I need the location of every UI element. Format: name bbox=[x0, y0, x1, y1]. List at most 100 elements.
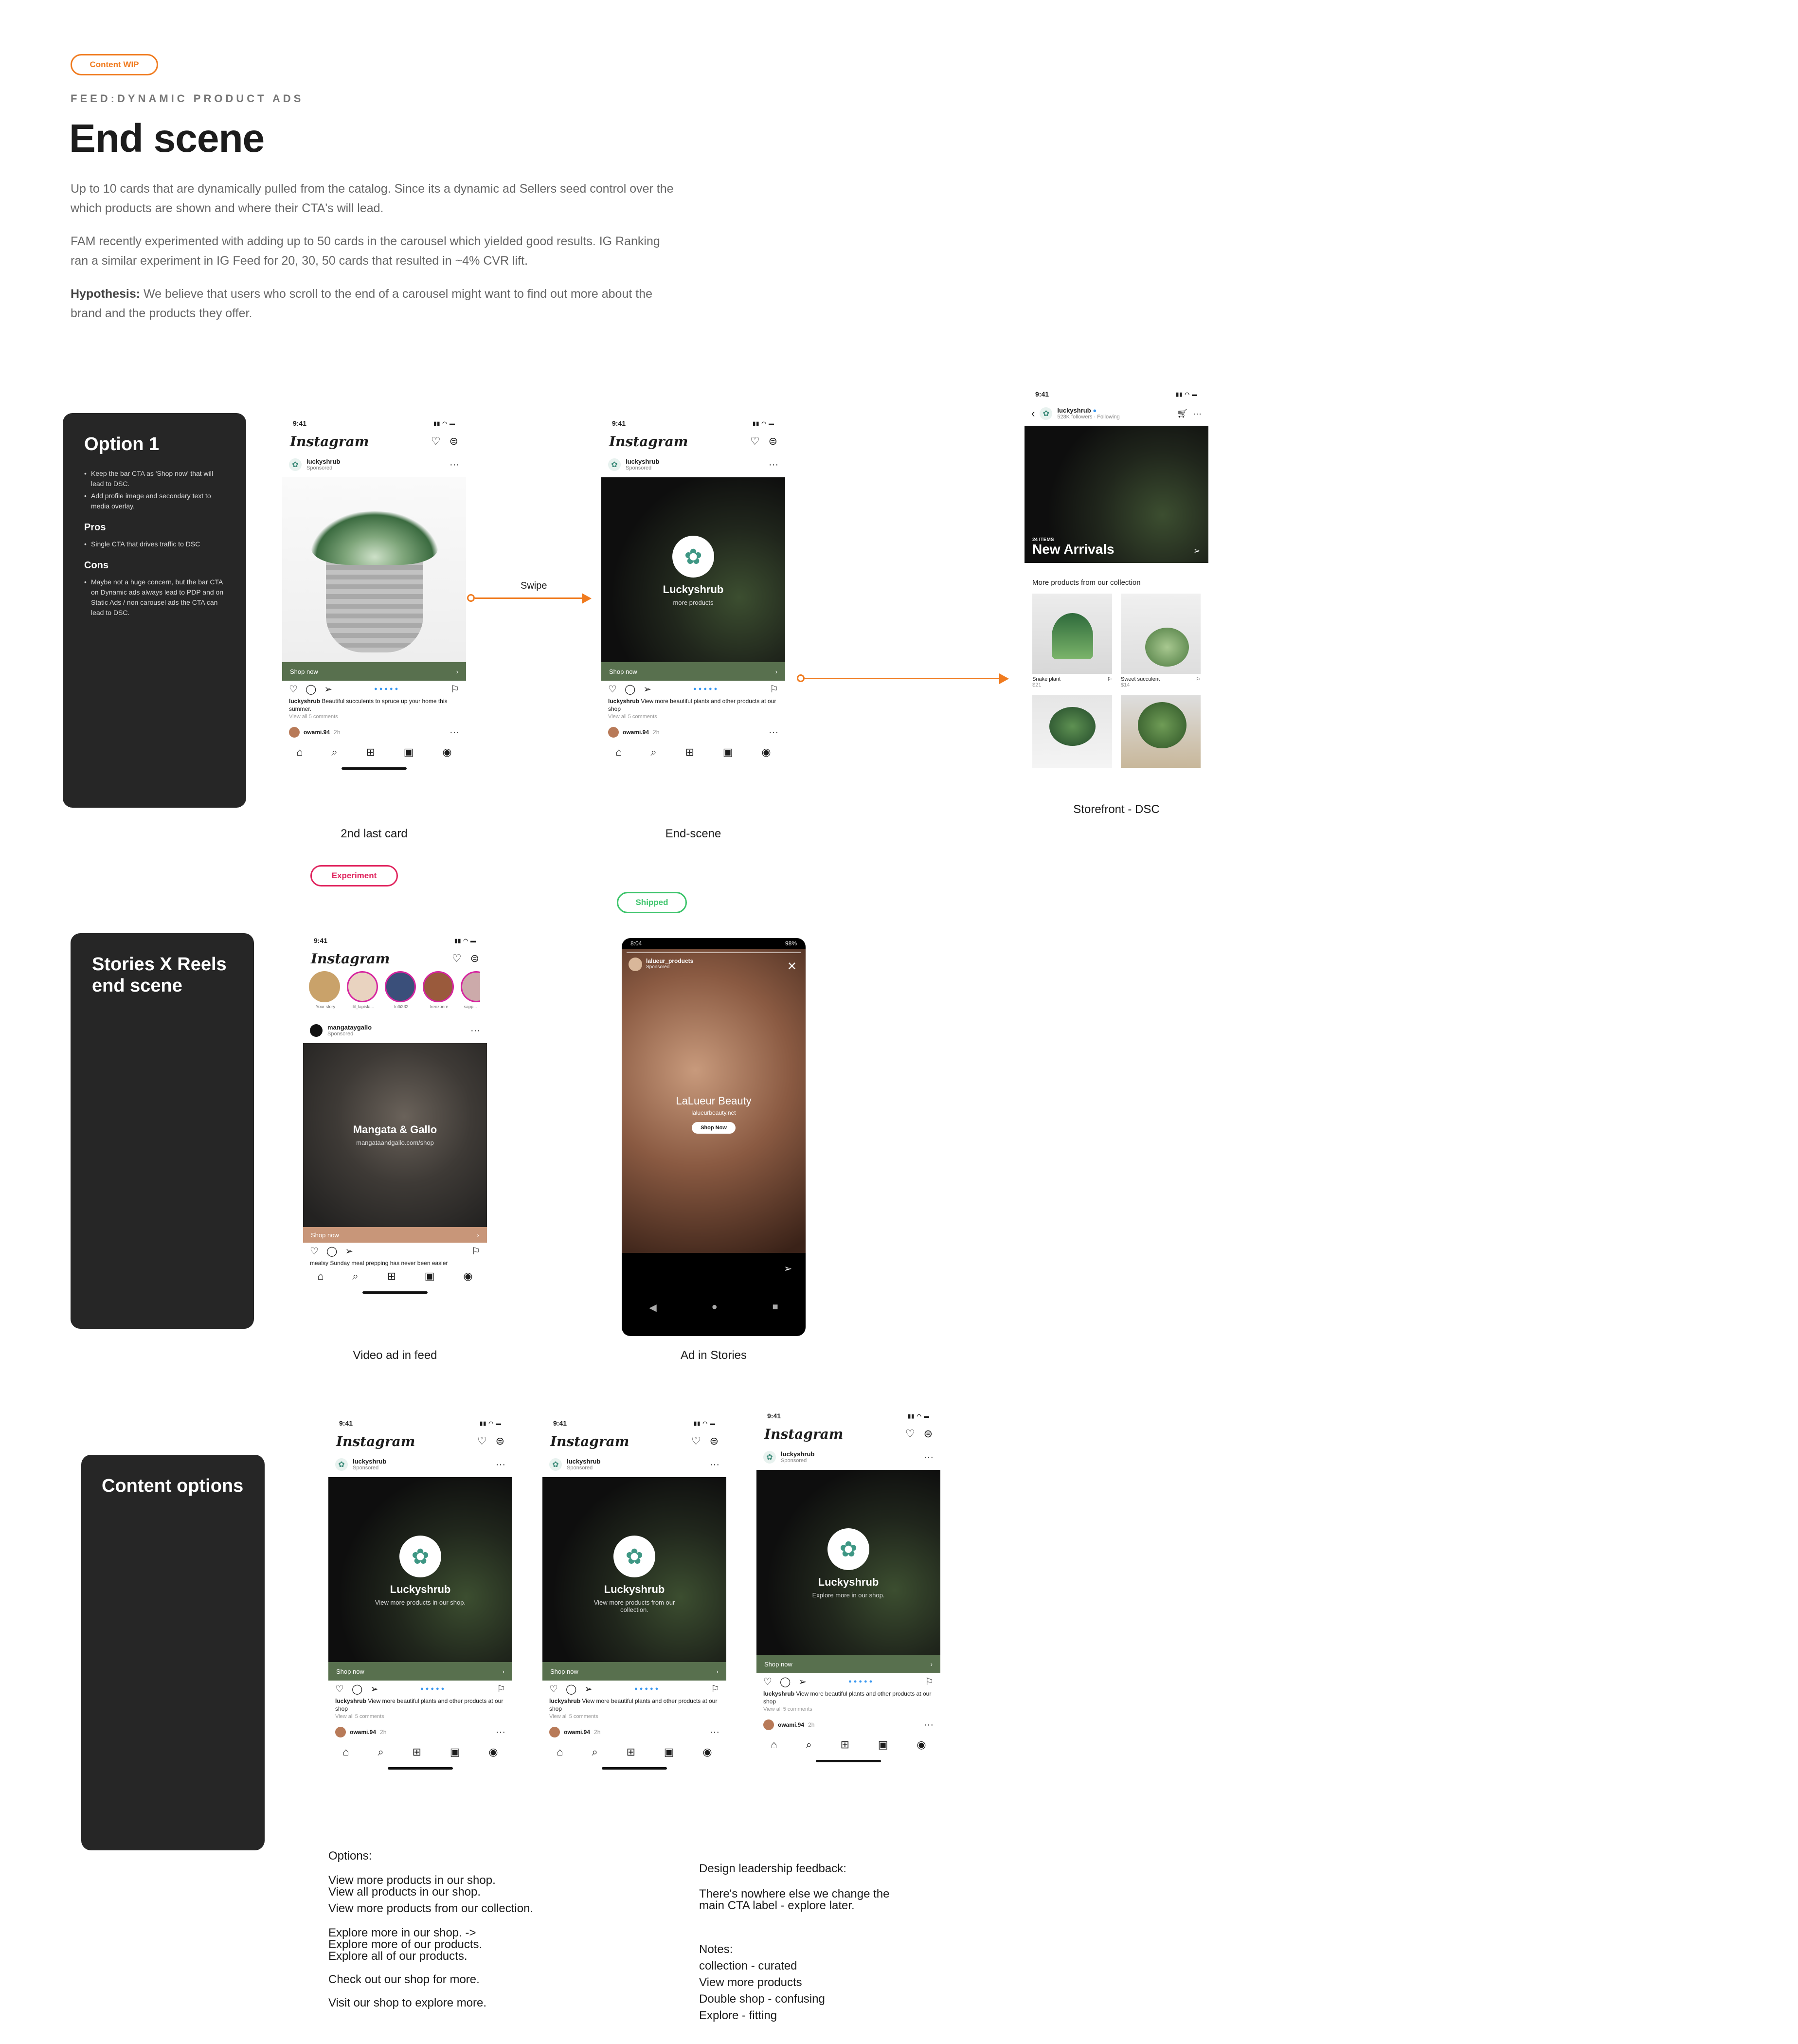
account-name[interactable]: luckyshrub bbox=[567, 1458, 600, 1465]
reels-icon[interactable]: ▣ bbox=[664, 1746, 674, 1758]
like-icon[interactable]: ♡ bbox=[763, 1676, 772, 1688]
home-nav-icon[interactable]: ● bbox=[712, 1302, 718, 1314]
avatar[interactable] bbox=[549, 1727, 560, 1737]
product-card[interactable] bbox=[1121, 695, 1201, 768]
like-icon[interactable]: ♡ bbox=[608, 683, 617, 695]
search-icon[interactable]: ⌕ bbox=[352, 1270, 358, 1283]
shop-now-cta[interactable]: Shop now › bbox=[282, 662, 466, 681]
back-nav-icon[interactable]: ◀ bbox=[649, 1302, 656, 1314]
end-scene-media[interactable]: ✿ Luckyshrub View more products from our c… bbox=[542, 1477, 726, 1662]
view-comments-link[interactable]: View all 5 comments bbox=[756, 1706, 940, 1712]
caption-user[interactable]: luckyshrub bbox=[335, 1698, 366, 1704]
caption-user[interactable]: luckyshrub bbox=[763, 1690, 794, 1697]
avatar[interactable] bbox=[629, 958, 642, 971]
create-icon[interactable]: ⊞ bbox=[627, 1746, 635, 1758]
shop-now-cta[interactable]: Shop now › bbox=[328, 1662, 512, 1681]
avatar[interactable]: ✿ bbox=[763, 1451, 776, 1464]
more-options-icon[interactable]: ··· bbox=[496, 1727, 505, 1738]
commenter-name[interactable]: owami.94 bbox=[564, 1729, 590, 1736]
messenger-icon[interactable]: ⊜ bbox=[924, 1428, 933, 1440]
product-card[interactable]: Sweet succulent $14 ⚐ bbox=[1121, 594, 1201, 688]
comment-icon[interactable]: ◯ bbox=[352, 1683, 362, 1695]
heart-icon[interactable]: ♡ bbox=[477, 1435, 487, 1447]
comment-icon[interactable]: ◯ bbox=[780, 1676, 791, 1688]
account-name[interactable]: luckyshrub bbox=[353, 1458, 386, 1465]
avatar[interactable]: ✿ bbox=[289, 458, 302, 471]
shop-now-cta[interactable]: Shop now › bbox=[303, 1227, 487, 1243]
avatar[interactable] bbox=[289, 727, 300, 738]
product-image[interactable] bbox=[282, 477, 466, 662]
create-icon[interactable]: ⊞ bbox=[841, 1738, 849, 1751]
share-icon[interactable]: ➢ bbox=[324, 683, 332, 695]
story-item[interactable]: Your story bbox=[309, 971, 342, 1016]
reels-icon[interactable]: ▣ bbox=[450, 1746, 460, 1758]
bookmark-icon[interactable]: ⚐ bbox=[770, 683, 778, 695]
avatar[interactable]: ✿ bbox=[549, 1458, 562, 1471]
shop-account-name[interactable]: luckyshrub ● bbox=[1057, 407, 1119, 414]
more-options-icon[interactable]: ··· bbox=[470, 1025, 480, 1036]
profile-icon[interactable]: ◉ bbox=[463, 1270, 472, 1283]
bookmark-icon[interactable]: ⚐ bbox=[1196, 676, 1201, 688]
caption-user[interactable]: luckyshrub bbox=[289, 698, 320, 705]
more-options-icon[interactable]: ··· bbox=[924, 1452, 934, 1463]
search-icon[interactable]: ⌕ bbox=[331, 746, 337, 759]
story-item[interactable]: sapp... bbox=[461, 971, 480, 1016]
more-options-icon[interactable]: ··· bbox=[769, 459, 778, 470]
search-icon[interactable]: ⌕ bbox=[650, 746, 656, 759]
comment-icon[interactable]: ◯ bbox=[566, 1683, 576, 1695]
view-comments-link[interactable]: View all 5 comments bbox=[542, 1714, 726, 1719]
end-scene-media[interactable]: ✿ Luckyshrub more products bbox=[601, 477, 785, 662]
more-options-icon[interactable]: ··· bbox=[1193, 409, 1202, 419]
story-item[interactable]: kenzoere bbox=[423, 971, 456, 1016]
view-comments-link[interactable]: View all 5 comments bbox=[601, 714, 785, 720]
share-icon[interactable]: ➢ bbox=[643, 683, 651, 695]
like-icon[interactable]: ♡ bbox=[289, 683, 298, 695]
close-icon[interactable]: ✕ bbox=[787, 959, 797, 974]
share-icon[interactable]: ➢ bbox=[798, 1676, 807, 1688]
more-options-icon[interactable]: ··· bbox=[496, 1459, 505, 1470]
view-comments-link[interactable]: View all 5 comments bbox=[282, 714, 466, 720]
home-icon[interactable]: ⌂ bbox=[317, 1270, 324, 1283]
avatar[interactable] bbox=[763, 1719, 774, 1730]
create-icon[interactable]: ⊞ bbox=[413, 1746, 421, 1758]
product-card[interactable]: Snake plant $21 ⚐ bbox=[1032, 594, 1112, 688]
profile-icon[interactable]: ◉ bbox=[702, 1746, 712, 1758]
avatar[interactable]: ✿ bbox=[608, 458, 621, 471]
home-icon[interactable]: ⌂ bbox=[342, 1746, 349, 1758]
avatar[interactable] bbox=[608, 727, 619, 738]
end-scene-media[interactable]: ✿ Luckyshrub View more products in our sho… bbox=[328, 1477, 512, 1662]
caption-user[interactable]: luckyshrub bbox=[608, 698, 639, 705]
home-icon[interactable]: ⌂ bbox=[615, 746, 622, 759]
video-media[interactable]: Mangata & Gallo mangataandgallo.com/shop bbox=[303, 1043, 487, 1227]
commenter-name[interactable]: owami.94 bbox=[623, 729, 649, 736]
messenger-icon[interactable]: ⊜ bbox=[470, 952, 479, 965]
create-icon[interactable]: ⊞ bbox=[387, 1270, 396, 1283]
messenger-icon[interactable]: ⊜ bbox=[710, 1435, 719, 1447]
story-item[interactable]: lil_lapisla... bbox=[347, 971, 380, 1016]
like-icon[interactable]: ♡ bbox=[335, 1683, 344, 1695]
shop-now-button[interactable]: Shop Now bbox=[692, 1122, 736, 1134]
account-name[interactable]: mangataygallo bbox=[327, 1024, 372, 1031]
bookmark-icon[interactable]: ⚐ bbox=[471, 1245, 480, 1257]
heart-icon[interactable]: ♡ bbox=[905, 1428, 915, 1440]
heart-icon[interactable]: ♡ bbox=[691, 1435, 701, 1447]
share-icon[interactable]: ➢ bbox=[345, 1245, 353, 1257]
like-icon[interactable]: ♡ bbox=[310, 1245, 319, 1257]
avatar[interactable] bbox=[335, 1727, 346, 1737]
profile-icon[interactable]: ◉ bbox=[917, 1738, 926, 1751]
like-icon[interactable]: ♡ bbox=[549, 1683, 558, 1695]
share-icon[interactable]: ➢ bbox=[784, 1263, 792, 1275]
bookmark-icon[interactable]: ⚐ bbox=[1107, 676, 1112, 688]
product-card[interactable] bbox=[1032, 695, 1112, 768]
reels-icon[interactable]: ▣ bbox=[404, 746, 414, 759]
commenter-name[interactable]: owami.94 bbox=[350, 1729, 376, 1736]
commenter-name[interactable]: owami.94 bbox=[304, 729, 330, 736]
comment-icon[interactable]: ◯ bbox=[625, 683, 635, 695]
avatar[interactable] bbox=[310, 1024, 323, 1037]
back-icon[interactable]: ‹ bbox=[1031, 407, 1035, 420]
comment-icon[interactable]: ◯ bbox=[306, 683, 316, 695]
end-scene-media[interactable]: ✿ Luckyshrub Explore more in our shop. bbox=[756, 1470, 940, 1655]
bookmark-icon[interactable]: ⚐ bbox=[450, 683, 459, 695]
comment-icon[interactable]: ◯ bbox=[326, 1245, 337, 1257]
commenter-name[interactable]: owami.94 bbox=[778, 1721, 804, 1728]
